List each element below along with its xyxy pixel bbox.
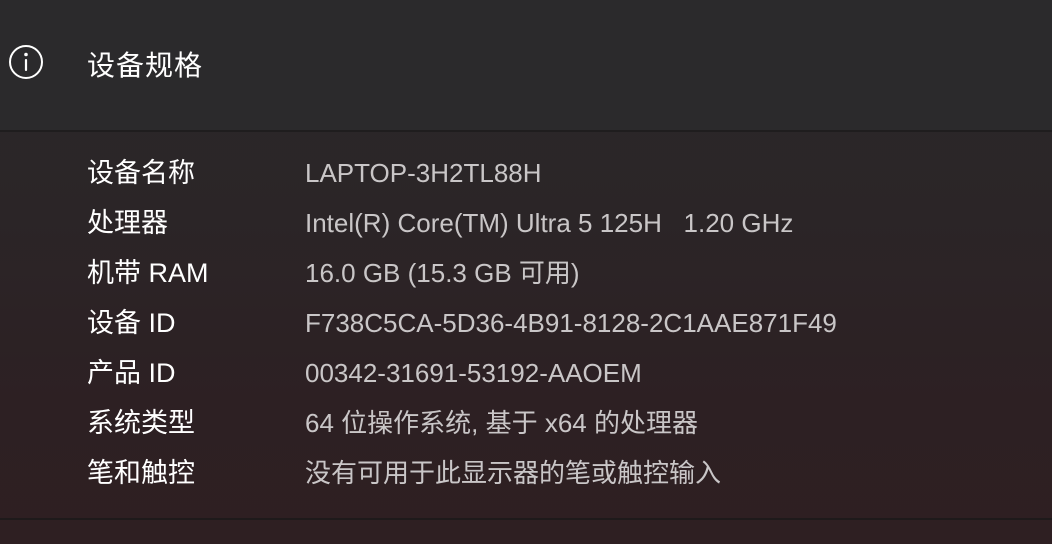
divider bbox=[0, 130, 1052, 132]
spec-row-ram: 机带 RAM 16.0 GB (15.3 GB 可用) bbox=[0, 250, 1052, 300]
spec-value[interactable]: LAPTOP-3H2TL88H bbox=[305, 154, 542, 192]
spec-row-device-name: 设备名称 LAPTOP-3H2TL88H bbox=[0, 150, 1052, 200]
spec-row-product-id: 产品 ID 00342-31691-53192-AAOEM bbox=[0, 350, 1052, 400]
spec-value[interactable]: 16.0 GB (15.3 GB 可用) bbox=[305, 254, 580, 292]
spec-row-pen-touch: 笔和触控 没有可用于此显示器的笔或触控输入 bbox=[0, 450, 1052, 500]
spec-value[interactable]: 64 位操作系统, 基于 x64 的处理器 bbox=[305, 404, 698, 442]
spec-label: 设备名称 bbox=[87, 158, 195, 188]
specs-list: 设备名称 LAPTOP-3H2TL88H 处理器 Intel(R) Core(T… bbox=[0, 150, 1052, 500]
section-title: 设备规格 bbox=[87, 50, 204, 81]
spec-label: 系统类型 bbox=[87, 408, 195, 438]
spec-label: 产品 ID bbox=[87, 358, 176, 388]
spec-value[interactable]: 00342-31691-53192-AAOEM bbox=[305, 354, 642, 392]
spec-label: 设备 ID bbox=[87, 308, 176, 338]
device-specs-header[interactable]: 设备规格 bbox=[0, 0, 1052, 130]
spec-value[interactable]: F738C5CA-5D36-4B91-8128-2C1AAE871F49 bbox=[305, 304, 837, 342]
spec-label: 笔和触控 bbox=[87, 458, 195, 488]
divider bbox=[0, 518, 1052, 520]
spec-row-processor: 处理器 Intel(R) Core(TM) Ultra 5 125H 1.20 … bbox=[0, 200, 1052, 250]
spec-value[interactable]: Intel(R) Core(TM) Ultra 5 125H 1.20 GHz bbox=[305, 204, 793, 242]
info-icon bbox=[9, 45, 43, 79]
spec-row-device-id: 设备 ID F738C5CA-5D36-4B91-8128-2C1AAE871F… bbox=[0, 300, 1052, 350]
spec-value[interactable]: 没有可用于此显示器的笔或触控输入 bbox=[305, 454, 721, 492]
spec-label: 处理器 bbox=[87, 208, 168, 238]
spec-label: 机带 RAM bbox=[87, 258, 209, 288]
spec-row-system-type: 系统类型 64 位操作系统, 基于 x64 的处理器 bbox=[0, 400, 1052, 450]
